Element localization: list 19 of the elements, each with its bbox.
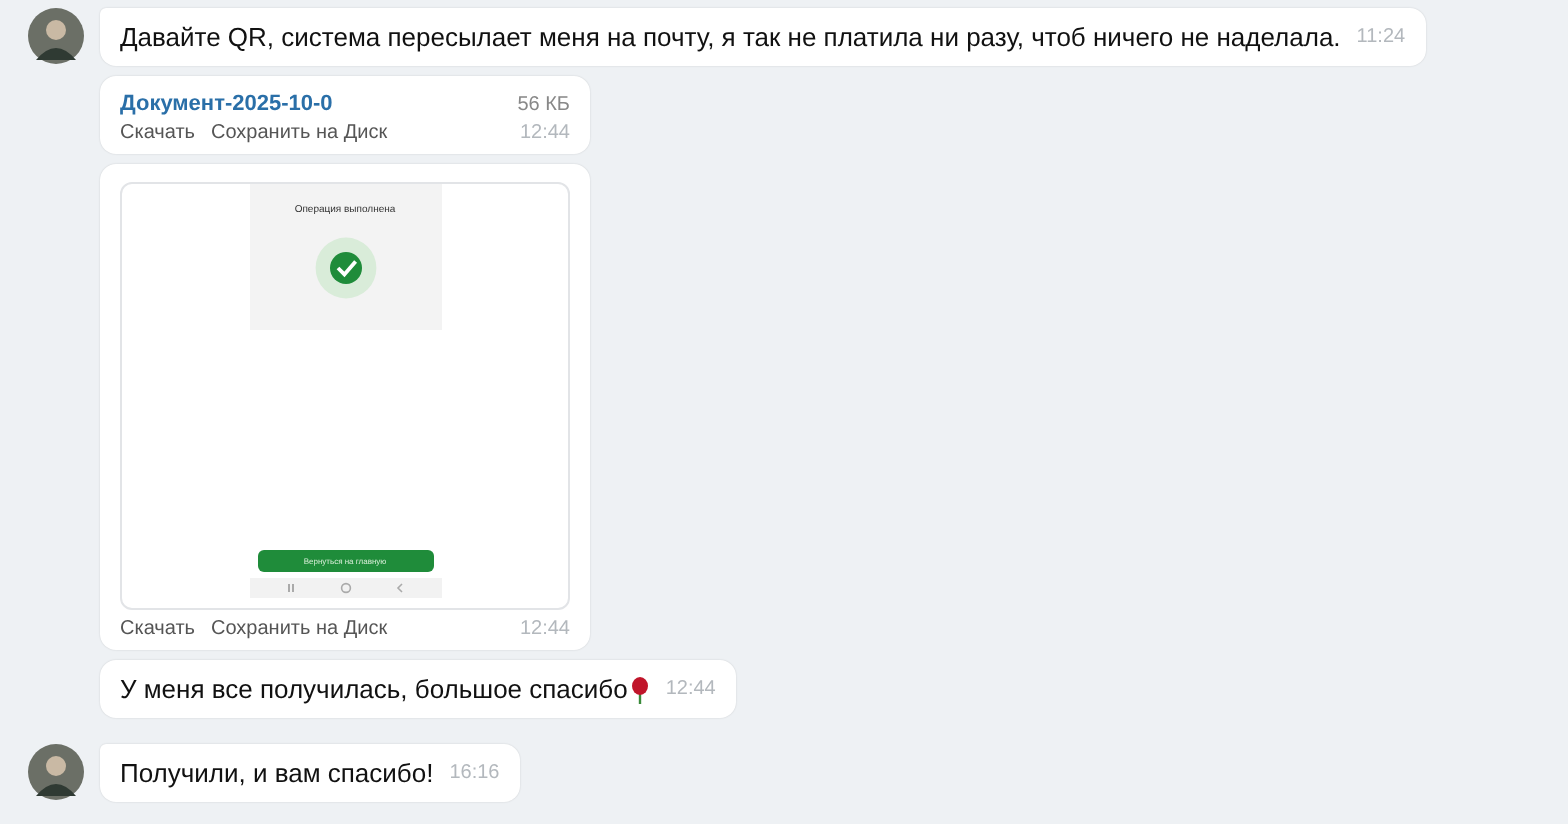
avatar[interactable] <box>28 744 84 800</box>
message-time: 16:16 <box>449 762 500 784</box>
navigation-bar-icon <box>249 578 441 598</box>
message-time: 12:44 <box>519 122 570 144</box>
message-time: 12:44 <box>519 618 570 640</box>
check-icon <box>313 236 377 300</box>
message-time: 11:24 <box>1356 26 1406 48</box>
file-action-link[interactable]: Сохранить на Диск <box>211 122 388 144</box>
rose-icon <box>629 675 650 703</box>
message-text: Получили, и вам спасибо! <box>120 758 434 788</box>
message-time: 12:44 <box>665 678 716 700</box>
avatar[interactable] <box>28 8 84 64</box>
file-size: 56 КБ <box>517 93 570 115</box>
image-action-link[interactable]: Сохранить на Диск <box>211 618 388 640</box>
file-name-link[interactable]: Документ-2025-10-0 <box>120 92 333 116</box>
image-action-link[interactable]: Скачать <box>120 618 195 640</box>
file-action-link[interactable]: Скачать <box>120 122 195 144</box>
message-text: Давайте QR, система пересылает меня на почту, я так не платила ни разу, чтоб ничего не наделала. <box>120 22 1341 52</box>
message-text: У меня все получилась, большое спасибо <box>120 674 628 704</box>
